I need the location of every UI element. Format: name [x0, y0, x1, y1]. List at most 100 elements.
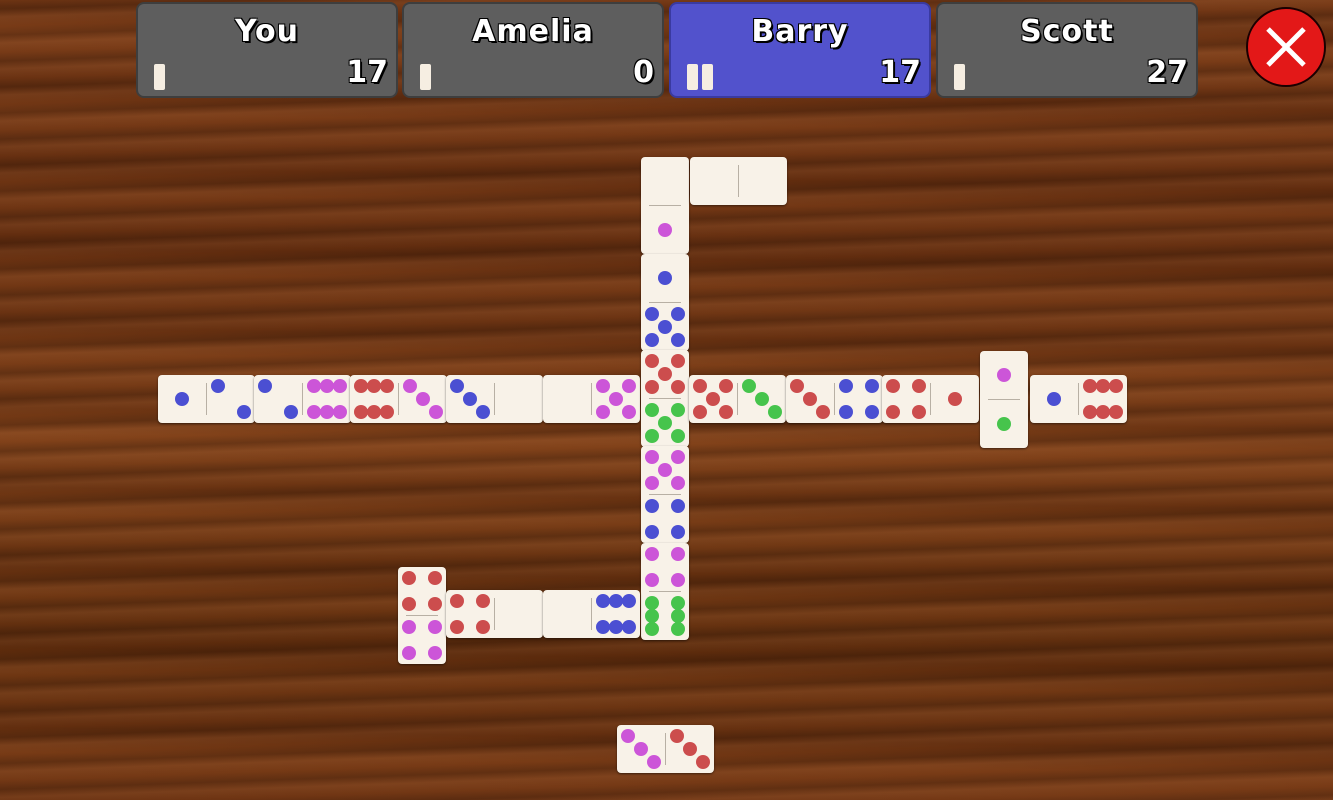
pip [1082, 405, 1097, 420]
pip [257, 378, 272, 393]
pip [463, 392, 477, 406]
tile-divider [494, 383, 495, 415]
board-domino [1030, 375, 1127, 423]
tile-divider [302, 383, 303, 415]
player-name: Scott [1020, 14, 1114, 49]
pip [333, 405, 348, 420]
tile-divider [494, 598, 495, 630]
pip [671, 498, 686, 513]
pip [719, 405, 734, 420]
pip [671, 622, 686, 637]
pip [306, 378, 321, 393]
close-button[interactable] [1246, 7, 1326, 87]
pip [671, 525, 686, 540]
pip [671, 573, 686, 588]
hand-tile-icon [154, 64, 165, 90]
pip [367, 405, 381, 420]
pip [997, 417, 1011, 431]
tile-divider [930, 383, 931, 415]
pip [353, 405, 368, 420]
pip [1096, 378, 1110, 393]
board-domino [882, 375, 979, 423]
tile-divider [398, 383, 399, 415]
pip [816, 405, 831, 420]
pip [997, 368, 1011, 382]
pip [622, 378, 637, 393]
pip [644, 525, 659, 540]
pip [644, 573, 659, 588]
board-domino [543, 375, 640, 423]
board-domino [641, 446, 689, 543]
pip [948, 392, 962, 406]
pip [401, 646, 416, 661]
pip [671, 429, 686, 444]
pip [1096, 405, 1110, 420]
tile-divider [591, 598, 592, 630]
pip [741, 378, 756, 393]
close-x-icon [1266, 27, 1306, 67]
board-domino [641, 254, 689, 351]
pip [644, 498, 659, 513]
pip [320, 405, 334, 420]
pip [1109, 405, 1124, 420]
tile-divider [649, 205, 681, 206]
pip [838, 405, 853, 420]
pip [658, 223, 672, 237]
tile-divider [649, 302, 681, 303]
tile-divider [665, 733, 666, 765]
pip [912, 405, 927, 420]
pip [696, 755, 711, 770]
hand-tile-icon [420, 64, 431, 90]
pip [175, 392, 189, 406]
pip [692, 378, 707, 393]
board-domino [980, 351, 1028, 448]
board-domino [543, 590, 640, 638]
pip [671, 380, 686, 395]
pip [1109, 378, 1124, 393]
hand-tile-icon [687, 64, 698, 90]
board-domino [254, 375, 351, 423]
pip [644, 622, 659, 637]
tile-divider [1078, 383, 1079, 415]
pip [306, 405, 321, 420]
pip [476, 593, 491, 608]
pip [429, 405, 444, 420]
pip [755, 392, 769, 406]
pip [671, 306, 686, 321]
pip [644, 402, 659, 417]
tile-divider [738, 165, 739, 197]
pip [237, 405, 252, 420]
player-score: 27 [1146, 55, 1188, 90]
pip [644, 476, 659, 491]
tile-divider [206, 383, 207, 415]
board-domino [446, 590, 543, 638]
pip [789, 378, 804, 393]
pip [595, 593, 610, 608]
pip [401, 570, 416, 585]
tile-divider [591, 383, 592, 415]
pip [647, 755, 662, 770]
player-name: You [235, 14, 299, 49]
tile-divider [988, 399, 1020, 400]
board-domino [786, 375, 883, 423]
pip [719, 378, 734, 393]
pip [416, 392, 430, 406]
pip [658, 367, 672, 381]
pip [683, 742, 697, 756]
pip [449, 378, 464, 393]
pip [671, 476, 686, 491]
pip [320, 378, 334, 393]
hand-domino[interactable] [617, 725, 714, 773]
pip [476, 405, 491, 420]
hand-tile-icon [954, 64, 965, 90]
pip [885, 378, 900, 393]
tile-divider [649, 398, 681, 399]
pip [658, 320, 672, 334]
board-domino [641, 350, 689, 447]
pip [671, 546, 686, 561]
pip [838, 378, 853, 393]
pip [644, 449, 659, 464]
board-domino [398, 567, 446, 664]
pip [671, 449, 686, 464]
player-panel-barry: Barry 17 [669, 2, 931, 98]
